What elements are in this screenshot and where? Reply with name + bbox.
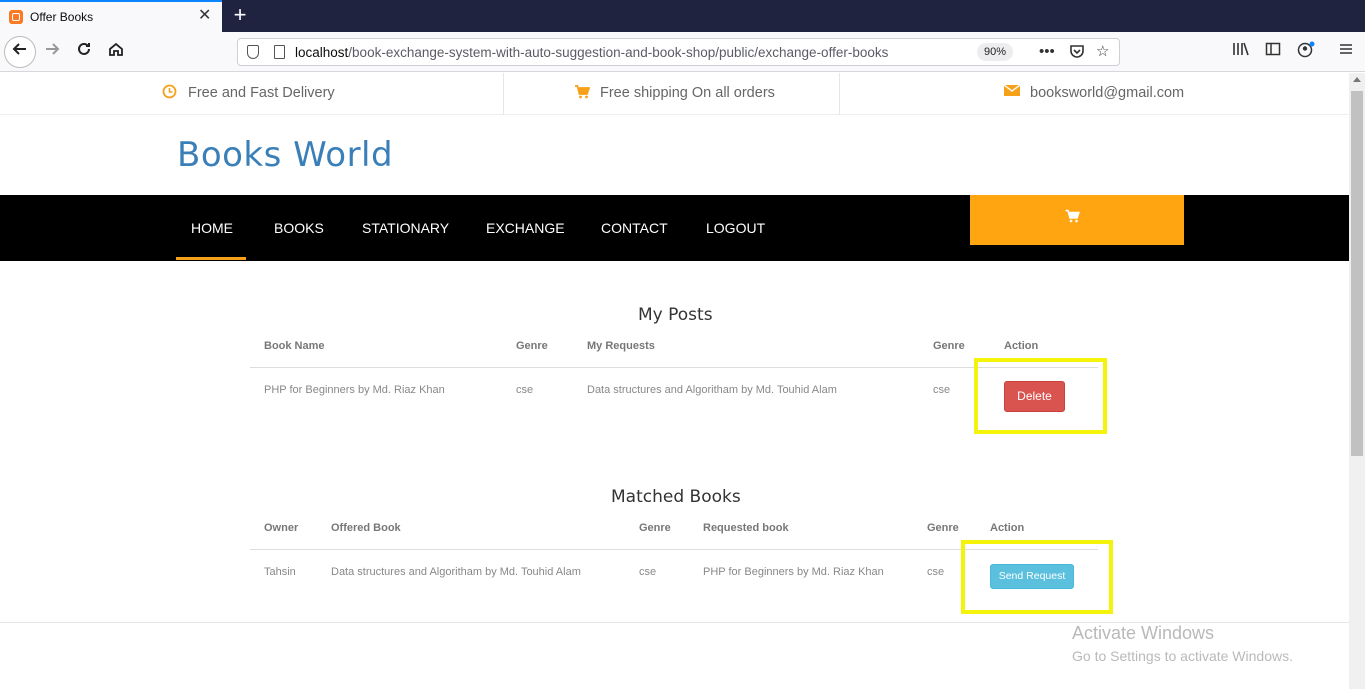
highlight-box: [961, 540, 1113, 614]
genre-cell: cse: [639, 566, 657, 578]
column-header: My Requests: [587, 340, 655, 352]
tracking-shield-icon[interactable]: [247, 45, 259, 59]
url-bar[interactable]: localhost/book-exchange-system-with-auto…: [237, 38, 1120, 66]
owner-cell: Tahsin: [264, 566, 296, 578]
forward-button[interactable]: [38, 38, 66, 66]
page-content: Free and Fast Delivery Free shipping On …: [0, 73, 1349, 689]
pocket-icon[interactable]: [1069, 43, 1085, 64]
page-scrollbar[interactable]: [1349, 73, 1365, 689]
account-icon[interactable]: [1297, 41, 1315, 65]
browser-tab[interactable]: Offer Books ✕: [0, 0, 222, 32]
tab-title: Offer Books: [30, 10, 94, 24]
nav-item-books[interactable]: BOOKS: [274, 220, 324, 236]
highlight-box: [974, 358, 1107, 434]
requested-genre-cell: cse: [927, 566, 945, 578]
request-genre-cell: cse: [933, 384, 951, 396]
arrow-left-icon: [12, 43, 26, 55]
requested-book-cell: PHP for Beginners by Md. Riaz Khan: [703, 566, 884, 578]
arrow-right-icon: [46, 43, 60, 55]
info-divider: [839, 73, 840, 115]
nav-item-home[interactable]: HOME: [191, 220, 233, 236]
windows-activation-title: Activate Windows: [1072, 623, 1215, 643]
nav-item-stationary[interactable]: STATIONARY: [362, 220, 449, 236]
column-header: Genre: [933, 340, 965, 352]
home-button[interactable]: [102, 38, 130, 66]
request-cell: Data structures and Algoritham by Md. To…: [587, 384, 837, 396]
nav-item-contact[interactable]: CONTACT: [601, 220, 668, 236]
browser-tab-bar: Offer Books ✕ +: [0, 0, 1365, 32]
column-header: Genre: [516, 340, 548, 352]
column-header: Action: [990, 522, 1025, 534]
active-nav-indicator: [176, 257, 246, 260]
clock-icon: [162, 84, 177, 103]
sidebar-icon[interactable]: [1265, 41, 1281, 63]
main-navbar: HOME BOOKS STATIONARY EXCHANGE CONTACT L…: [0, 195, 1349, 261]
column-header: Genre: [639, 522, 671, 534]
home-icon: [109, 42, 123, 56]
nav-item-exchange[interactable]: EXCHANGE: [486, 220, 565, 236]
matched-books-title: Matched Books: [611, 487, 741, 507]
nav-item-logout[interactable]: LOGOUT: [706, 220, 765, 236]
genre-cell: cse: [516, 384, 534, 396]
table-divider: [250, 367, 1098, 368]
browser-toolbar: localhost/book-exchange-system-with-auto…: [0, 32, 1365, 72]
new-tab-button[interactable]: +: [229, 3, 251, 27]
site-logo[interactable]: Books World: [177, 135, 393, 175]
cart-button[interactable]: [970, 195, 1184, 245]
bookmark-star-icon[interactable]: ☆: [1096, 43, 1109, 61]
book-name-cell: PHP for Beginners by Md. Riaz Khan: [264, 384, 445, 396]
column-header: Genre: [927, 522, 959, 534]
scrollbar-thumb[interactable]: [1351, 91, 1363, 456]
my-posts-title: My Posts: [638, 305, 713, 325]
cart-icon: [574, 84, 591, 103]
url-text[interactable]: localhost/book-exchange-system-with-auto…: [295, 45, 888, 60]
email-text[interactable]: booksworld@gmail.com: [1030, 85, 1184, 101]
column-header: Offered Book: [331, 522, 401, 534]
envelope-icon: [1003, 84, 1021, 101]
column-header: Owner: [264, 522, 299, 534]
page-info-icon[interactable]: [274, 45, 285, 59]
scroll-up-arrow-icon[interactable]: [1353, 77, 1361, 82]
column-header: Requested book: [703, 522, 789, 534]
xampp-favicon-icon: [9, 10, 23, 24]
info-divider: [503, 73, 504, 115]
url-host: localhost: [295, 45, 349, 60]
more-actions-icon[interactable]: •••: [1039, 43, 1055, 61]
column-header: Action: [1004, 340, 1039, 352]
zoom-indicator[interactable]: 90%: [977, 43, 1014, 61]
column-header: Book Name: [264, 340, 325, 352]
shopping-cart-icon: [1065, 209, 1080, 227]
url-path: /book-exchange-system-with-auto-suggesti…: [348, 45, 889, 60]
shipping-text: Free shipping On all orders: [600, 85, 775, 101]
reload-button[interactable]: [70, 38, 98, 66]
offered-book-cell: Data structures and Algoritham by Md. To…: [331, 566, 581, 578]
menu-icon[interactable]: [1338, 41, 1354, 63]
delivery-text: Free and Fast Delivery: [188, 85, 335, 101]
reload-icon: [78, 42, 90, 55]
close-tab-icon[interactable]: ✕: [198, 7, 211, 25]
top-info-bar: Free and Fast Delivery Free shipping On …: [0, 73, 1349, 115]
windows-activation-subtitle: Go to Settings to activate Windows.: [1072, 648, 1293, 664]
back-button[interactable]: [4, 36, 36, 68]
library-icon[interactable]: [1232, 41, 1250, 63]
